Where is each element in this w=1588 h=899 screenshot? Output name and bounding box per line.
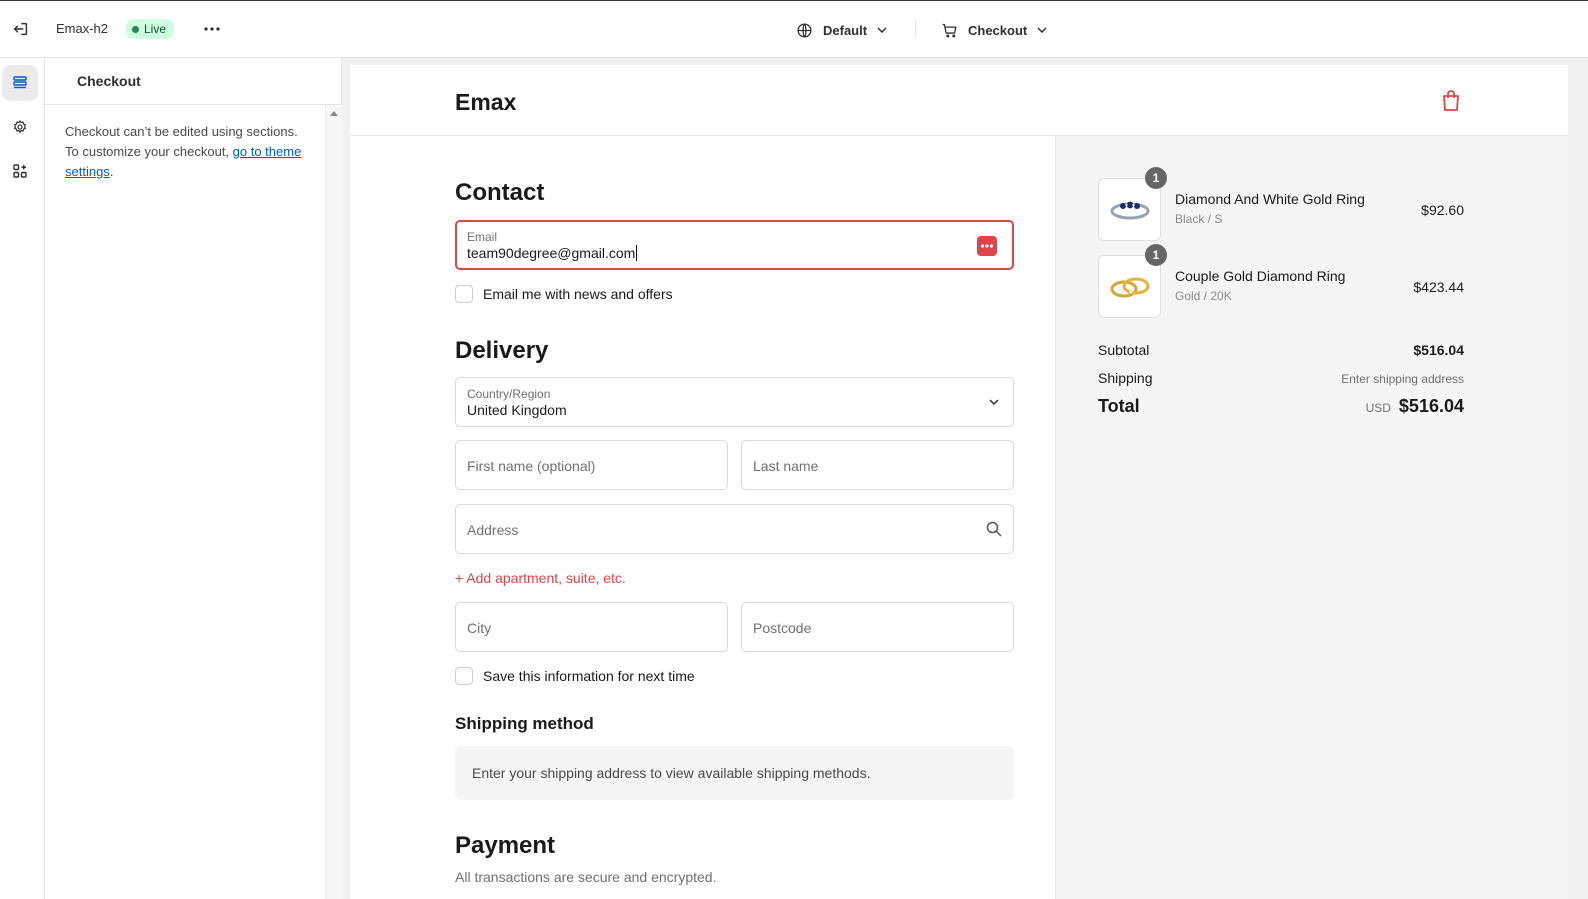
item-variant: Black / S: [1175, 212, 1223, 226]
brand-logo[interactable]: Emax: [455, 89, 516, 116]
quantity-badge: 1: [1145, 167, 1167, 189]
item-price: $92.60: [1421, 202, 1464, 218]
subtotal-value: $516.04: [1413, 342, 1464, 358]
country-select[interactable]: Country/Region United Kingdom: [455, 377, 1014, 427]
save-info-checkbox[interactable]: [455, 667, 473, 685]
checkout-preview: Emax 1 Diamond And White Gold Ring Black…: [350, 65, 1568, 899]
apps-button[interactable]: [2, 153, 38, 189]
email-field-value[interactable]: team90degree@gmail.com: [467, 245, 638, 261]
country-select-label: Country/Region: [467, 387, 551, 401]
shipping-label: Shipping: [1098, 370, 1153, 386]
total-row: Total USD $516.04: [1098, 396, 1464, 417]
store-name: Emax-h2: [56, 21, 109, 36]
total-currency: USD: [1365, 401, 1391, 415]
item-variant: Gold / 20K: [1175, 289, 1232, 303]
page-selector-label: Checkout: [968, 22, 1028, 38]
text-caret: [636, 245, 638, 261]
gold-rings-image-icon: [1110, 277, 1149, 297]
sections-button[interactable]: [2, 65, 38, 101]
payment-subtitle: All transactions are secure and encrypte…: [455, 869, 717, 885]
email-field-label: Email: [467, 230, 498, 244]
email-field-text: team90degree@gmail.com: [467, 245, 636, 261]
ring-image-icon: [1110, 201, 1149, 219]
status-badge-label: Live: [144, 22, 167, 36]
first-name-placeholder: First name (optional): [467, 458, 596, 474]
scroll-up-icon[interactable]: [330, 111, 338, 116]
apps-icon: [13, 164, 27, 178]
payment-title: Payment: [455, 832, 556, 859]
shipping-method-notice: Enter your shipping address to view avai…: [455, 746, 1014, 800]
ellipsis-icon: [204, 27, 220, 31]
address-placeholder: Address: [467, 522, 519, 538]
item-name: Couple Gold Diamond Ring: [1175, 268, 1346, 284]
item-name: Diamond And White Gold Ring: [1175, 191, 1365, 207]
country-select-value: United Kingdom: [467, 402, 567, 418]
add-apartment-link[interactable]: + Add apartment, suite, etc.: [455, 570, 626, 586]
last-name-placeholder: Last name: [753, 458, 819, 474]
language-selector[interactable]: Default: [796, 17, 887, 43]
save-info-label: Save this information for next time: [483, 668, 695, 684]
password-manager-icon[interactable]: [977, 236, 997, 256]
sidebar-rail: [0, 58, 45, 899]
shopping-bag-icon[interactable]: [1440, 89, 1462, 113]
gear-icon: [13, 119, 27, 134]
order-item: 1 Couple Gold Diamond Ring Gold / 20K $4…: [1098, 244, 1464, 319]
chevron-down-icon: [989, 399, 999, 406]
top-bar: Emax-h2 Live Default Checkout: [0, 1, 1588, 58]
cart-icon: [942, 23, 957, 38]
status-badge: Live: [126, 19, 175, 39]
live-dot-icon: [132, 25, 139, 33]
language-selector-label: Default: [823, 22, 868, 38]
divider: [915, 20, 916, 38]
exit-icon[interactable]: [10, 18, 32, 40]
email-field[interactable]: Email team90degree@gmail.com: [455, 220, 1014, 270]
address-input[interactable]: Address: [455, 504, 1014, 554]
editor-panel: Checkout Checkout can’t be edited using …: [45, 58, 342, 899]
save-info-checkbox-row[interactable]: Save this information for next time: [455, 667, 695, 685]
checkout-header: Emax: [350, 65, 1568, 136]
shipping-row: Shipping Enter shipping address: [1098, 370, 1464, 386]
newsletter-checkbox-row[interactable]: Email me with news and offers: [455, 285, 673, 303]
order-item: 1 Diamond And White Gold Ring Black / S …: [1098, 167, 1464, 242]
total-amount: USD $516.04: [1366, 396, 1464, 417]
panel-title: Checkout: [45, 58, 341, 105]
contact-title: Contact: [455, 179, 545, 206]
chevron-down-icon: [877, 27, 887, 33]
subtotal-label: Subtotal: [1098, 342, 1150, 358]
last-name-input[interactable]: Last name: [741, 440, 1014, 490]
city-placeholder: City: [467, 620, 492, 636]
first-name-input[interactable]: First name (optional): [455, 440, 728, 490]
newsletter-label: Email me with news and offers: [483, 286, 673, 302]
order-summary: 1 Diamond And White Gold Ring Black / S …: [1055, 136, 1568, 899]
panel-scrollbar[interactable]: [325, 105, 342, 899]
postcode-placeholder: Postcode: [753, 620, 812, 636]
item-price: $423.44: [1413, 279, 1464, 295]
shipping-method-title: Shipping method: [455, 714, 594, 733]
delivery-title: Delivery: [455, 337, 549, 364]
postcode-input[interactable]: Postcode: [741, 602, 1014, 652]
total-label: Total: [1098, 396, 1140, 416]
city-input[interactable]: City: [455, 602, 728, 652]
search-icon: [986, 521, 1002, 537]
more-actions-button[interactable]: [198, 18, 226, 40]
page-selector[interactable]: Checkout: [941, 17, 1047, 43]
panel-message: Checkout can’t be edited using sections.…: [65, 122, 305, 182]
shipping-value: Enter shipping address: [1341, 372, 1464, 386]
panel-message-trailing: .: [109, 164, 114, 179]
subtotal-row: Subtotal $516.04: [1098, 342, 1464, 358]
quantity-badge: 1: [1145, 244, 1167, 266]
theme-settings-button[interactable]: [2, 109, 38, 145]
globe-icon: [797, 22, 812, 38]
newsletter-checkbox[interactable]: [455, 285, 473, 303]
sections-icon: [13, 76, 27, 89]
chevron-down-icon: [1037, 27, 1047, 33]
total-value: $516.04: [1398, 396, 1464, 416]
